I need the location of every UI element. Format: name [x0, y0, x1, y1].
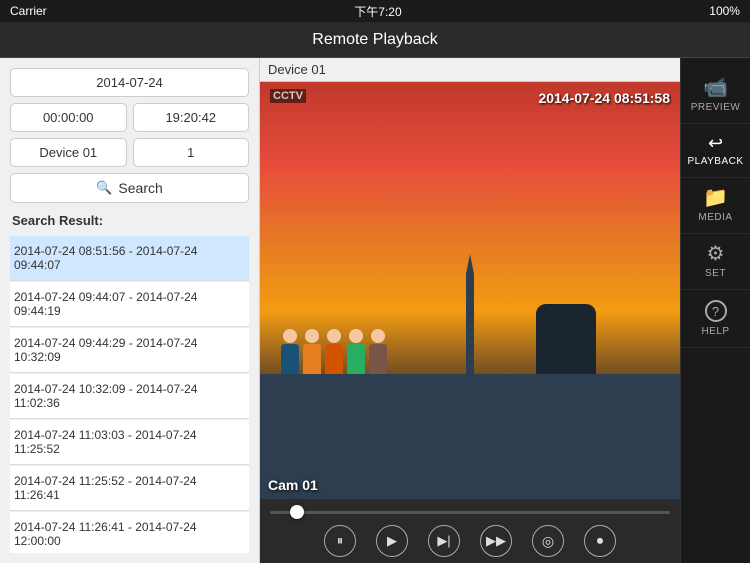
fast-forward-icon: ▶▶ [486, 533, 506, 549]
building-element [536, 304, 596, 374]
figure-1 [281, 329, 299, 374]
controls-bar: ⏸ ▶ ▶| ▶▶ ◎ ⏺ [260, 499, 680, 563]
video-logo: CCTV [270, 90, 306, 102]
left-panel: 2014-07-24 00:00:00 19:20:42 Device 01 1… [0, 58, 260, 563]
step-forward-icon: ▶| [437, 533, 450, 549]
figure-3 [325, 329, 343, 374]
channel-input[interactable]: 1 [133, 138, 250, 167]
sidebar-item-preview[interactable]: 📹 PREVIEW [681, 68, 750, 124]
ground-element [260, 374, 680, 499]
sidebar-item-playback[interactable]: ↩ PLAYBACK [681, 124, 750, 178]
status-bar: Carrier 下午7:20 100% [0, 0, 750, 22]
video-area: 2014-07-24 08:51:58 CCTV Cam 01 [260, 82, 680, 499]
time-label: 下午7:20 [354, 3, 401, 20]
search-button[interactable]: 🔍 Search [10, 173, 249, 203]
logo-text: CCTV [270, 89, 306, 103]
set-label: SET [705, 268, 726, 279]
device-row: Device 01 1 [10, 138, 249, 167]
result-item[interactable]: 2014-07-24 11:26:41 - 2014-07-24 12:00:0… [10, 512, 249, 553]
monument-element [466, 274, 474, 374]
result-list: 2014-07-24 08:51:56 - 2014-07-24 09:44:0… [10, 236, 249, 553]
seek-track[interactable] [270, 511, 670, 514]
result-item[interactable]: 2014-07-24 11:25:52 - 2014-07-24 11:26:4… [10, 466, 249, 511]
step-forward-button[interactable]: ▶| [428, 525, 460, 557]
carrier-label: Carrier [10, 4, 47, 18]
result-item[interactable]: 2014-07-24 09:44:07 - 2014-07-24 09:44:1… [10, 282, 249, 327]
main-container: 2014-07-24 00:00:00 19:20:42 Device 01 1… [0, 58, 750, 563]
result-item[interactable]: 2014-07-24 09:44:29 - 2014-07-24 10:32:0… [10, 328, 249, 373]
date-row: 2014-07-24 [10, 68, 249, 97]
search-icon: 🔍 [96, 180, 112, 196]
record-icon: ⏺ [597, 533, 604, 549]
sidebar-item-help[interactable]: ? HELP [681, 290, 750, 348]
device-input[interactable]: Device 01 [10, 138, 127, 167]
play-button[interactable]: ▶ [376, 525, 408, 557]
result-item[interactable]: 2014-07-24 11:03:03 - 2014-07-24 11:25:5… [10, 420, 249, 465]
set-icon: ⚙ [707, 244, 725, 264]
preview-icon: 📹 [703, 78, 728, 98]
help-icon: ? [705, 300, 727, 322]
sidebar-item-set[interactable]: ⚙ SET [681, 234, 750, 290]
time-row: 00:00:00 19:20:42 [10, 103, 249, 132]
record-button[interactable]: ⏺ [584, 525, 616, 557]
right-sidebar: 📹 PREVIEW ↩ PLAYBACK 📁 MEDIA ⚙ SET ? HEL… [680, 58, 750, 563]
media-label: MEDIA [698, 212, 732, 223]
result-item[interactable]: 2014-07-24 08:51:56 - 2014-07-24 09:44:0… [10, 236, 249, 281]
preview-label: PREVIEW [691, 102, 741, 113]
playback-icon: ↩ [708, 134, 723, 152]
figures-group [281, 329, 387, 374]
playback-label: PLAYBACK [687, 156, 743, 167]
figure-4 [347, 329, 365, 374]
play-icon: ▶ [387, 533, 397, 549]
screenshot-icon: ◎ [542, 533, 554, 550]
figure-5 [369, 329, 387, 374]
device-label: Device 01 [260, 58, 680, 82]
battery-label: 100% [709, 4, 740, 18]
search-btn-row: 🔍 Search [10, 173, 249, 203]
center-panel: Device 01 [260, 58, 680, 563]
fast-forward-button[interactable]: ▶▶ [480, 525, 512, 557]
pause-button[interactable]: ⏸ [324, 525, 356, 557]
playback-controls: ⏸ ▶ ▶| ▶▶ ◎ ⏺ [270, 525, 670, 557]
figure-2 [303, 329, 321, 374]
help-label: HELP [701, 326, 729, 337]
time-start-input[interactable]: 00:00:00 [10, 103, 127, 132]
pause-icon: ⏸ [337, 533, 344, 549]
search-button-label: Search [118, 180, 162, 196]
page-title: Remote Playback [312, 31, 437, 49]
result-item[interactable]: 2014-07-24 10:32:09 - 2014-07-24 11:02:3… [10, 374, 249, 419]
search-result-label: Search Result: [10, 209, 249, 230]
sidebar-item-media[interactable]: 📁 MEDIA [681, 178, 750, 234]
date-input[interactable]: 2014-07-24 [10, 68, 249, 97]
cam-label: Cam 01 [268, 477, 318, 493]
time-end-input[interactable]: 19:20:42 [133, 103, 250, 132]
title-bar: Remote Playback [0, 22, 750, 58]
video-background [260, 82, 680, 499]
screenshot-button[interactable]: ◎ [532, 525, 564, 557]
video-timestamp: 2014-07-24 08:51:58 [538, 90, 670, 106]
seek-bar[interactable] [270, 505, 670, 519]
media-icon: 📁 [703, 188, 728, 208]
seek-thumb[interactable] [290, 505, 304, 519]
